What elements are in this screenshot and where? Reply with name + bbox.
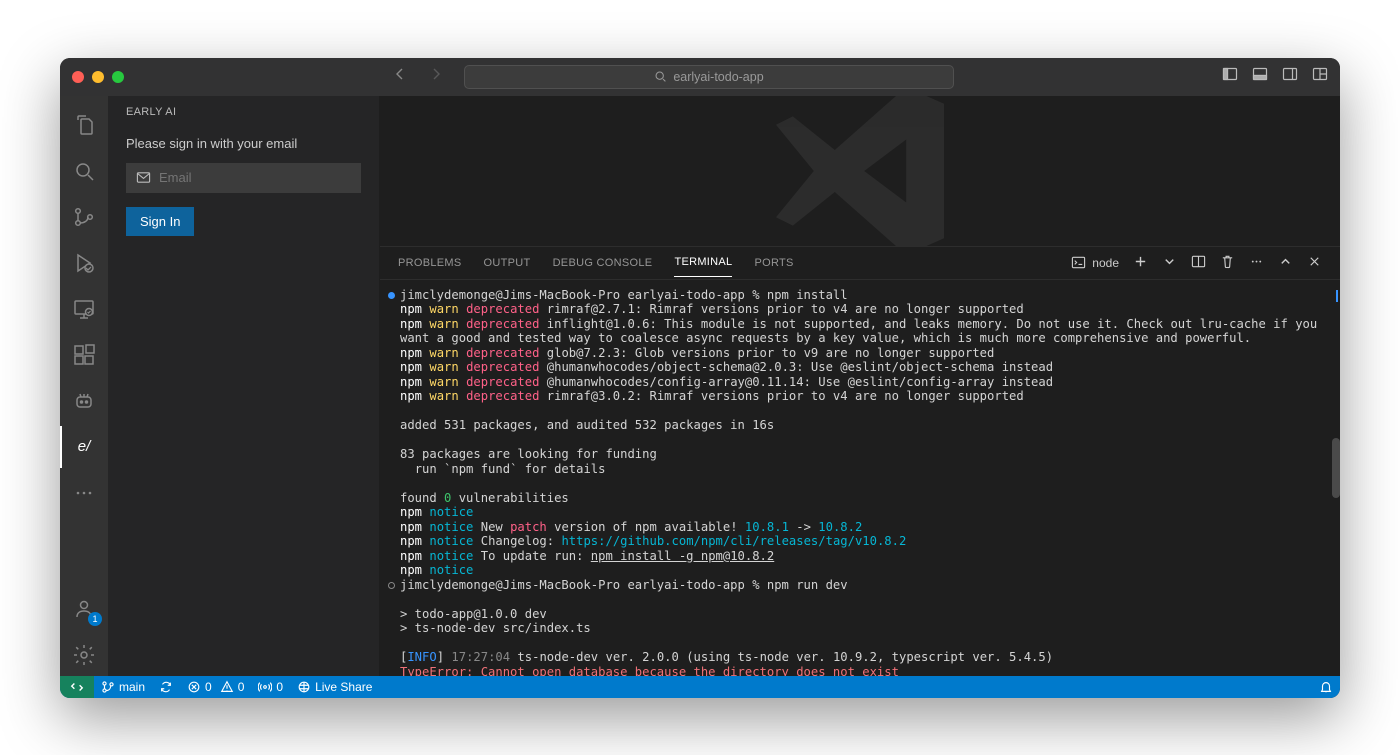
editor-area <box>380 96 1340 246</box>
email-input[interactable] <box>159 170 351 185</box>
early-ai-icon[interactable]: e/ <box>60 426 108 468</box>
tab-ports[interactable]: PORTS <box>754 249 793 277</box>
accounts-badge: 1 <box>88 612 102 626</box>
terminal-box-icon <box>1071 255 1086 270</box>
command-center-text: earlyai-todo-app <box>673 70 763 84</box>
settings-gear-icon[interactable] <box>60 634 108 676</box>
sidebar-title: EARLY AI <box>108 96 379 132</box>
signin-prompt: Please sign in with your email <box>126 136 361 151</box>
terminal-more-icon[interactable] <box>1249 254 1264 272</box>
titlebar: earlyai-todo-app <box>60 58 1340 96</box>
terminal-dropdown-icon[interactable] <box>1162 254 1177 272</box>
problems-indicator[interactable]: 0 0 <box>180 680 251 694</box>
ports-indicator[interactable]: 0 <box>251 680 290 694</box>
kill-terminal-icon[interactable] <box>1220 254 1235 272</box>
terminal-output[interactable]: jimclydemonge@Jims-MacBook-Pro earlyai-t… <box>380 280 1340 676</box>
command-marker-icon <box>388 292 395 299</box>
minimize-window-button[interactable] <box>92 71 104 83</box>
tab-output[interactable]: OUTPUT <box>484 249 531 277</box>
command-center[interactable]: earlyai-todo-app <box>464 65 954 89</box>
toggle-panel-icon[interactable] <box>1252 66 1268 87</box>
nav-back-icon[interactable] <box>392 66 408 87</box>
liveshare-indicator[interactable]: Live Share <box>290 680 379 694</box>
vscode-watermark-icon <box>755 96 965 246</box>
email-field[interactable] <box>126 163 361 193</box>
search-icon[interactable] <box>60 150 108 192</box>
toggle-secondary-sidebar-icon[interactable] <box>1282 66 1298 87</box>
mail-icon <box>136 170 151 185</box>
split-terminal-icon[interactable] <box>1191 254 1206 272</box>
vscode-window: earlyai-todo-app e/ 1 <box>60 58 1340 698</box>
editor-group: PROBLEMS OUTPUT DEBUG CONSOLE TERMINAL P… <box>380 96 1340 676</box>
terminal-marker <box>1336 290 1338 302</box>
sidebar: EARLY AI Please sign in with your email … <box>108 96 380 676</box>
nav-forward-icon[interactable] <box>428 66 444 87</box>
notifications-icon[interactable] <box>1312 680 1340 694</box>
remote-indicator[interactable] <box>60 676 94 698</box>
tab-problems[interactable]: PROBLEMS <box>398 249 462 277</box>
new-terminal-icon[interactable] <box>1133 254 1148 272</box>
command-marker-hollow-icon <box>388 582 395 589</box>
close-panel-icon[interactable] <box>1307 254 1322 272</box>
copilot-icon[interactable] <box>60 380 108 422</box>
source-control-icon[interactable] <box>60 196 108 238</box>
maximize-window-button[interactable] <box>112 71 124 83</box>
close-window-button[interactable] <box>72 71 84 83</box>
panel: PROBLEMS OUTPUT DEBUG CONSOLE TERMINAL P… <box>380 246 1340 676</box>
sync-indicator[interactable] <box>152 680 180 694</box>
explorer-icon[interactable] <box>60 104 108 146</box>
overflow-icon[interactable] <box>60 472 108 514</box>
terminal-scrollbar[interactable] <box>1332 438 1340 498</box>
remote-explorer-icon[interactable] <box>60 288 108 330</box>
tab-debug-console[interactable]: DEBUG CONSOLE <box>553 249 653 277</box>
customize-layout-icon[interactable] <box>1312 66 1328 87</box>
extensions-icon[interactable] <box>60 334 108 376</box>
tab-terminal[interactable]: TERMINAL <box>674 248 732 277</box>
terminal-shell-selector[interactable]: node <box>1071 255 1119 270</box>
maximize-panel-icon[interactable] <box>1278 254 1293 272</box>
search-icon <box>654 70 667 83</box>
activity-bar: e/ 1 <box>60 96 108 676</box>
accounts-icon[interactable]: 1 <box>60 588 108 630</box>
window-controls <box>72 71 124 83</box>
panel-tabs: PROBLEMS OUTPUT DEBUG CONSOLE TERMINAL P… <box>380 247 1340 280</box>
shell-label: node <box>1092 256 1119 270</box>
workbench-body: e/ 1 EARLY AI Please sign in with your e… <box>60 96 1340 676</box>
branch-indicator[interactable]: main <box>94 680 152 694</box>
signin-button[interactable]: Sign In <box>126 207 194 236</box>
run-debug-icon[interactable] <box>60 242 108 284</box>
toggle-primary-sidebar-icon[interactable] <box>1222 66 1238 87</box>
status-bar: main 0 0 0 Live Share <box>60 676 1340 698</box>
